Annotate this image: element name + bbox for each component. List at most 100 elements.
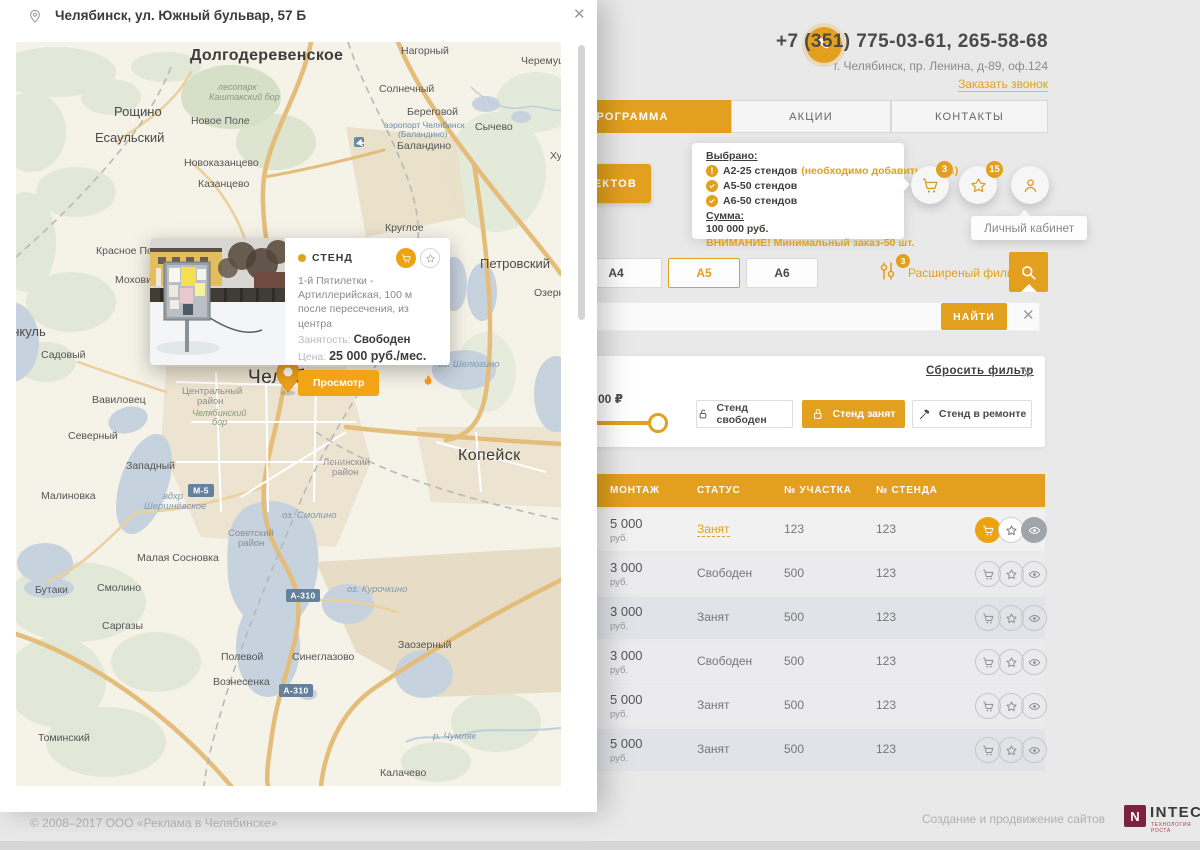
selection-item: А6-50 стендов bbox=[706, 194, 894, 207]
map-label: Солнечный bbox=[379, 83, 434, 95]
map-label: район bbox=[238, 538, 264, 549]
status-filter-free[interactable]: Стенд свободен bbox=[696, 400, 793, 428]
cart-icon bbox=[401, 253, 412, 264]
user-icon bbox=[1021, 176, 1040, 195]
intec-logo-icon: N bbox=[1124, 805, 1146, 827]
montazh-value: 3 000 bbox=[610, 604, 643, 619]
status-filter-label: Стенд занят bbox=[832, 408, 895, 420]
cart-button[interactable]: 3 bbox=[911, 166, 949, 204]
stands-table: 5 000руб.Занят1231233 000руб.Свободен500… bbox=[560, 509, 1045, 773]
check-icon bbox=[706, 180, 718, 192]
clear-search-icon[interactable]: ✕ bbox=[1022, 308, 1035, 323]
selection-summary-card: Выбрано: !А2-25 стендов(необходимо добав… bbox=[692, 143, 904, 239]
modal-close-icon[interactable]: ✕ bbox=[573, 7, 586, 22]
status-filter-repair[interactable]: Стенд в ремонте bbox=[912, 400, 1032, 428]
lock-closed-icon bbox=[811, 407, 825, 421]
selection-item-label: А2-25 стендов bbox=[723, 165, 797, 177]
tab-akcii[interactable]: АКЦИИ bbox=[731, 100, 891, 133]
map-label: Нагорный bbox=[401, 45, 449, 57]
row-view-button[interactable] bbox=[1021, 649, 1047, 675]
map-label: Черемушки bbox=[521, 55, 561, 67]
bottom-strip bbox=[0, 841, 1200, 850]
modal-scrollbar-thumb[interactable] bbox=[578, 45, 585, 320]
row-view-button[interactable] bbox=[1021, 693, 1047, 719]
size-label: А5 bbox=[696, 266, 711, 280]
main-tabs: ПРОГРАММА АКЦИИ КОНТАКТЫ bbox=[525, 100, 1048, 133]
map-label: Рощино bbox=[114, 104, 162, 119]
search-button-notch bbox=[1021, 284, 1037, 292]
selection-title: Выбрано: bbox=[706, 150, 894, 162]
table-row: 5 000 руб. Занят 123 123 bbox=[560, 509, 1045, 551]
callback-link[interactable]: Заказать звонок bbox=[958, 77, 1048, 92]
copyright: © 2008–2017 ООО «Реклама в Челябинске» bbox=[30, 816, 277, 830]
map-label: Сычево bbox=[475, 121, 513, 133]
search-icon bbox=[1019, 263, 1038, 282]
map-label: Казанцево bbox=[198, 178, 249, 190]
size-filter-a5[interactable]: А5 bbox=[668, 258, 740, 288]
map-label: Калачево bbox=[380, 767, 426, 779]
stand-popup: СТЕНД 1-й Пятилетки - Артиллерийская, 10… bbox=[150, 238, 450, 365]
intec-slogan: технология роста bbox=[1151, 822, 1200, 834]
map-label: Северный bbox=[68, 430, 118, 442]
uchastok-cell: 123 bbox=[784, 522, 804, 536]
map-label: Садовый bbox=[41, 349, 86, 361]
road-badge-label: А-310 bbox=[290, 591, 315, 601]
reset-filter-link[interactable]: Сбросить фильтр bbox=[926, 365, 1034, 377]
stand-photo[interactable] bbox=[150, 238, 285, 365]
account-tooltip: Личный кабинет bbox=[971, 216, 1087, 240]
row-view-button[interactable] bbox=[1021, 737, 1047, 763]
map-label: р. Чумляк bbox=[432, 731, 477, 742]
status-filter-busy[interactable]: Стенд занят bbox=[802, 400, 905, 428]
popup-cart-button[interactable] bbox=[396, 248, 416, 268]
map-canvas[interactable]: М-5А-310А-310 ДолгодеревенскоеНагорныйЧе… bbox=[16, 42, 561, 786]
map-label: Томинский bbox=[38, 732, 90, 744]
star-icon bbox=[425, 253, 436, 264]
price-slider-handle[interactable] bbox=[648, 413, 668, 433]
price-value: 25 000 руб./мес. bbox=[329, 349, 426, 363]
col-uchastok: № УЧАСТКА bbox=[784, 485, 852, 496]
stand-type-dot bbox=[298, 254, 306, 262]
sum-value: 100 000 руб. bbox=[706, 223, 894, 235]
find-button[interactable]: НАЙТИ bbox=[941, 303, 1007, 330]
stend-cell: 123 bbox=[876, 654, 896, 668]
account-button[interactable] bbox=[1011, 166, 1049, 204]
view-button[interactable]: Просмотр bbox=[298, 370, 379, 396]
map-label: Малая Сосновка bbox=[137, 552, 219, 564]
table-row: 3 000руб.Свободен500123 bbox=[560, 641, 1045, 683]
size-filter-a6[interactable]: А6 bbox=[746, 258, 818, 288]
popup-favorite-button[interactable] bbox=[420, 248, 440, 268]
size-label: А6 bbox=[774, 266, 789, 280]
row-view-button[interactable] bbox=[1021, 517, 1047, 543]
search-button[interactable] bbox=[1009, 252, 1048, 292]
map-label: Смолино bbox=[97, 582, 141, 594]
map-label: Баландино bbox=[397, 140, 451, 152]
montazh-value: 5 000 bbox=[610, 516, 643, 531]
montazh-value: 3 000 bbox=[610, 560, 643, 575]
developer-label: Создание и продвижение сайтов bbox=[922, 812, 1105, 826]
advanced-filter-link[interactable]: Расширеный фильтр bbox=[908, 266, 1024, 280]
map-label: Петровский bbox=[480, 256, 550, 271]
row-view-button[interactable] bbox=[1021, 605, 1047, 631]
stand-address: 1-й Пятилетки - Артиллерийская, 100 м по… bbox=[298, 274, 440, 331]
favorites-button[interactable]: 15 bbox=[959, 166, 997, 204]
price-label: Цена: bbox=[298, 351, 326, 363]
status-cell[interactable]: Занят bbox=[697, 522, 730, 537]
intec-logo-text: INTEC bbox=[1150, 805, 1200, 820]
size-label: А4 bbox=[608, 266, 623, 280]
tab-kontakty[interactable]: КОНТАКТЫ bbox=[891, 100, 1048, 133]
montazh-value: 3 000 bbox=[610, 648, 643, 663]
map-svg: М-5А-310А-310 ДолгодеревенскоеНагорныйЧе… bbox=[16, 42, 561, 786]
search-input[interactable] bbox=[575, 302, 929, 333]
star-icon bbox=[969, 176, 988, 195]
montazh-value: 5 000 bbox=[610, 692, 643, 707]
montazh-unit: руб. bbox=[610, 534, 643, 544]
map-label: Заозерный bbox=[398, 639, 452, 651]
row-view-button[interactable] bbox=[1021, 561, 1047, 587]
page: +7 (351) 775-03-61, 265-58-68 г. Челябин… bbox=[0, 0, 1200, 850]
montazh-value: 5 000 bbox=[610, 736, 643, 751]
stand-type-label: СТЕНД bbox=[312, 252, 396, 264]
map-label: Вознесенка bbox=[213, 676, 270, 688]
stend-cell: 123 bbox=[876, 522, 896, 536]
min-order-warning: ВНИМАНИЕ! Минимальный заказ-50 шт. bbox=[706, 237, 894, 249]
close-filter-icon[interactable]: ✕ bbox=[1021, 366, 1034, 381]
